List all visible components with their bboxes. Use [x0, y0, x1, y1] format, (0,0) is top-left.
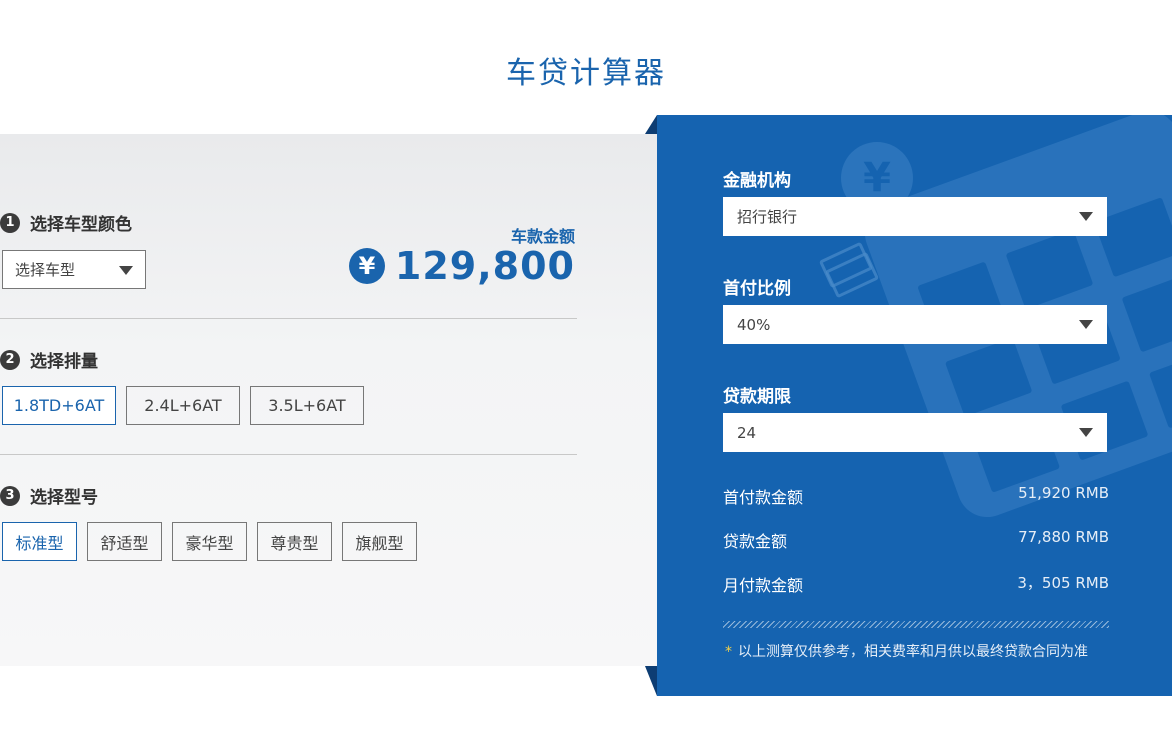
result-label: 贷款金额: [723, 532, 788, 551]
yen-icon: ¥: [348, 248, 385, 284]
displacement-label: 1.8TD+6AT: [13, 396, 105, 415]
trim-label: 标准型: [15, 533, 64, 553]
note-star: *: [725, 644, 732, 660]
chevron-down-icon: [1079, 320, 1093, 329]
displacement-option[interactable]: 1.8TD+6AT: [2, 386, 116, 425]
step2-label: 选择排量: [30, 352, 98, 372]
trim-option[interactable]: 旗舰型: [342, 522, 417, 561]
step2-number: 2: [0, 349, 20, 370]
chevron-down-icon: [119, 266, 133, 275]
divider: [0, 454, 577, 455]
step1-label: 选择车型颜色: [30, 215, 132, 235]
loan-calculator-panel: ¥ 金融机构 招行银行 首付比例 40% 贷款期限 24 首付款金额 51,92…: [657, 115, 1172, 696]
trim-label: 旗舰型: [355, 533, 404, 553]
hatch-divider: [723, 621, 1109, 628]
term-select[interactable]: 24: [723, 413, 1107, 452]
step1-number: 1: [0, 212, 20, 233]
page-title: 车贷计算器: [506, 56, 666, 91]
trim-option[interactable]: 标准型: [2, 522, 77, 561]
displacement-options: 1.8TD+6AT 2.4L+6AT 3.5L+6AT: [2, 386, 374, 425]
panel-fold-top: [645, 115, 657, 134]
model-select[interactable]: 选择车型: [2, 250, 146, 289]
chevron-down-icon: [1079, 428, 1093, 437]
down-ratio-select[interactable]: 40%: [723, 305, 1107, 344]
trim-option[interactable]: 豪华型: [172, 522, 247, 561]
step2-header: 2 选择排量: [0, 347, 98, 372]
result-row-down-payment: 首付款金额 51,920 RMB: [723, 484, 1109, 508]
trim-option[interactable]: 舒适型: [87, 522, 162, 561]
step3-header: 3 选择型号: [0, 483, 98, 508]
price-value: 129,800: [394, 244, 575, 288]
down-ratio-value: 40%: [737, 315, 771, 334]
displacement-option[interactable]: 2.4L+6AT: [126, 386, 240, 425]
divider: [0, 318, 577, 319]
trim-options: 标准型 舒适型 豪华型 尊贵型 旗舰型: [2, 522, 427, 561]
trim-option[interactable]: 尊贵型: [257, 522, 332, 561]
trim-label: 豪华型: [185, 533, 234, 553]
result-label: 首付款金额: [723, 488, 804, 507]
displacement-label: 3.5L+6AT: [268, 396, 346, 415]
step1-header: 1 选择车型颜色: [0, 210, 132, 235]
vehicle-selection-panel: 1 选择车型颜色 选择车型 车款金额 ¥ 129,800 2 选择排量 1.8T…: [0, 134, 657, 666]
result-value: 77,880 RMB: [1018, 528, 1109, 546]
institution-label: 金融机构: [723, 171, 791, 191]
displacement-option[interactable]: 3.5L+6AT: [250, 386, 364, 425]
step3-number: 3: [0, 485, 20, 506]
disclaimer-note: * 以上测算仅供参考，相关费率和月供以最终贷款合同为准: [725, 641, 1088, 661]
chevron-down-icon: [1079, 212, 1093, 221]
institution-select[interactable]: 招行银行: [723, 197, 1107, 236]
term-label: 贷款期限: [723, 387, 791, 407]
model-select-value: 选择车型: [15, 261, 76, 279]
step3-label: 选择型号: [30, 488, 98, 508]
down-ratio-label: 首付比例: [723, 279, 791, 299]
result-row-loan-amount: 贷款金额 77,880 RMB: [723, 528, 1109, 552]
result-label: 月付款金额: [723, 576, 804, 595]
note-text: 以上测算仅供参考，相关费率和月供以最终贷款合同为准: [738, 644, 1088, 660]
panel-fold-bottom: [645, 666, 657, 696]
trim-label: 舒适型: [100, 533, 149, 553]
result-value: 51,920 RMB: [1018, 484, 1109, 502]
trim-label: 尊贵型: [270, 533, 319, 553]
term-value: 24: [737, 423, 757, 442]
institution-value: 招行银行: [737, 208, 798, 226]
displacement-label: 2.4L+6AT: [144, 396, 222, 415]
price-display: ¥ 129,800: [348, 244, 575, 288]
result-value: 3，505 RMB: [1017, 574, 1109, 592]
result-row-monthly-payment: 月付款金额 3，505 RMB: [723, 572, 1109, 596]
